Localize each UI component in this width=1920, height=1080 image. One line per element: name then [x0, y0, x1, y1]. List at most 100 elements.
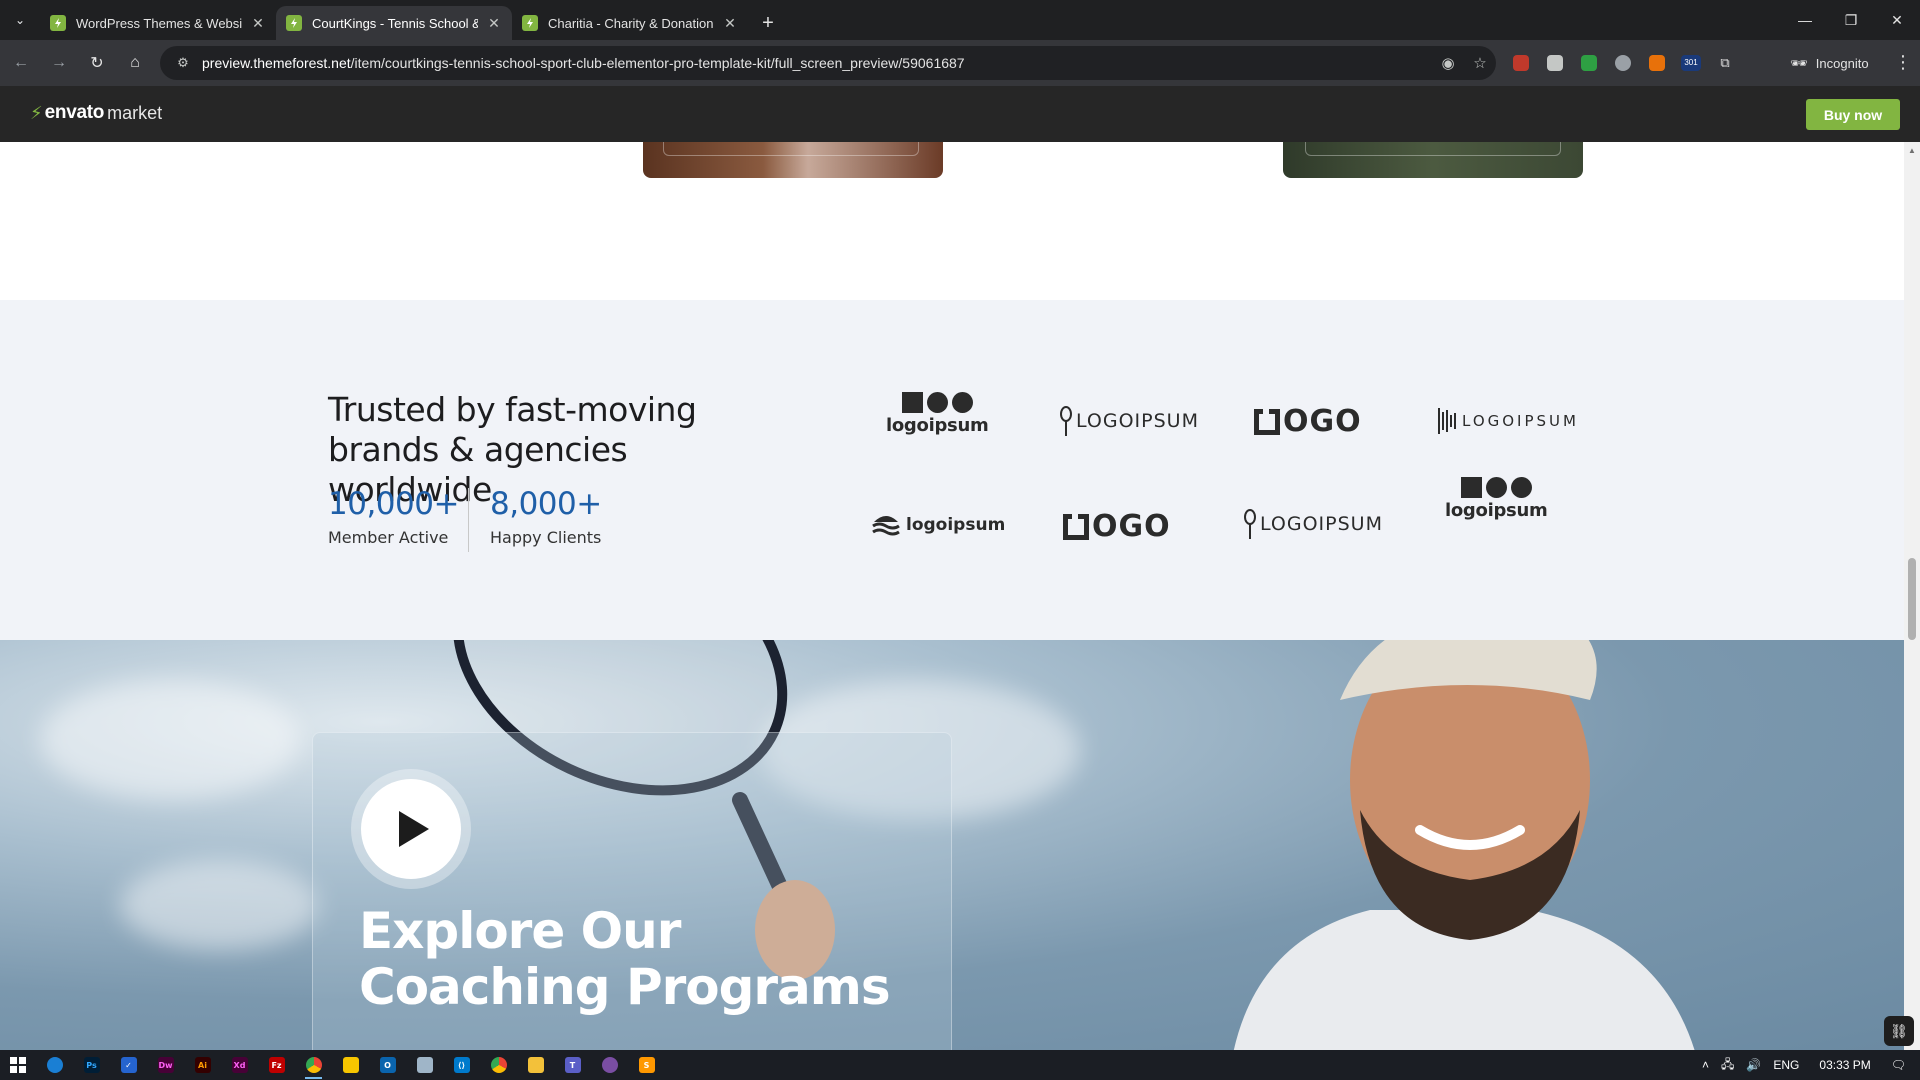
accessibility-widget-icon[interactable]: ⛓ [1884, 1016, 1914, 1046]
envato-market-logo[interactable]: ⚡ envato market [30, 102, 162, 124]
logo-shapes-icon [1460, 477, 1532, 498]
illustrator-icon[interactable]: Ai [184, 1050, 221, 1080]
todo-icon[interactable]: ✓ [110, 1050, 147, 1080]
minimize-icon[interactable]: — [1782, 0, 1828, 40]
dreamweaver-icon[interactable]: Dw [147, 1050, 184, 1080]
extension-badge-icon[interactable]: 301 [1674, 46, 1708, 80]
clock-time[interactable]: 03:33 PM [1819, 1058, 1870, 1072]
menu-kebab-icon[interactable]: ⋮ [1894, 52, 1912, 72]
tray-chevron-icon[interactable]: ˄ [1702, 1058, 1709, 1072]
tab-charitia[interactable]: Charitia - Charity & Donation S ✕ [512, 6, 748, 40]
stat-value: 8,000+ [490, 486, 602, 522]
logo-text: OGO [1283, 404, 1362, 439]
sticky-notes-icon[interactable] [332, 1050, 369, 1080]
pin-logo-icon [1244, 509, 1256, 539]
network-icon[interactable]: 🖧 [1721, 1055, 1734, 1076]
partner-logo: OGO [1254, 404, 1362, 439]
cloud-decoration [120, 860, 320, 950]
logo-bars-icon [1438, 408, 1456, 434]
extension-green-icon[interactable] [1572, 46, 1606, 80]
program-card-image[interactable] [643, 142, 943, 178]
buy-now-button[interactable]: Buy now [1806, 99, 1900, 130]
filezilla-icon[interactable]: Fz [258, 1050, 295, 1080]
new-tab-button[interactable]: + [754, 9, 782, 37]
wave-logo-icon [872, 516, 900, 536]
logo-text: logoipsum [906, 515, 1006, 535]
tab-list: WordPress Themes & Website T ✕ CourtKing… [40, 6, 782, 40]
incognito-indicator[interactable]: 🕶 Incognito [1778, 49, 1881, 77]
language-indicator[interactable]: ENG [1773, 1058, 1799, 1072]
trusted-brands-section: Trusted by fast-moving brands & agencies… [0, 300, 1904, 640]
extension-grey-icon[interactable] [1538, 46, 1572, 80]
stat-value: 10,000+ [328, 486, 459, 522]
extension-orange-icon[interactable] [1640, 46, 1674, 80]
tab-close-icon[interactable]: ✕ [486, 15, 502, 31]
address-bar[interactable]: ⚙ preview.themeforest.net/item/courtking… [160, 46, 1496, 80]
photoshop-icon[interactable]: Ps [73, 1050, 110, 1080]
partner-logo: LOGOIPSUM [1438, 408, 1579, 434]
extension-red-icon[interactable] [1504, 46, 1538, 80]
envato-leaf-icon: ⚡ [30, 102, 43, 123]
coaching-hero-section: Explore Our Coaching Programs [0, 640, 1904, 1050]
page-scrollbar[interactable]: ▲ [1904, 142, 1920, 1050]
url-domain: preview.themeforest.net [202, 55, 351, 71]
home-icon[interactable]: ⌂ [118, 46, 152, 80]
restore-icon[interactable]: ❐ [1828, 0, 1874, 40]
camera-icon[interactable] [1606, 46, 1640, 80]
forward-arrow-icon[interactable]: → [42, 46, 76, 80]
puzzle-extensions-icon[interactable]: ⧉ [1708, 46, 1742, 80]
tab-title: Charitia - Charity & Donation S [548, 15, 714, 31]
sublime-icon[interactable]: S [628, 1050, 665, 1080]
chrome-icon[interactable] [295, 1050, 332, 1080]
play-video-button[interactable] [361, 779, 461, 879]
envato-brand-text: envato [44, 102, 105, 123]
scroll-up-arrow-icon[interactable]: ▲ [1908, 146, 1916, 155]
url-text[interactable]: preview.themeforest.net/item/courtkings-… [202, 55, 1432, 71]
envato-preview-bar: ⚡ envato market Buy now [0, 86, 1920, 142]
tab-close-icon[interactable]: ✕ [722, 15, 738, 31]
tab-search-button[interactable]: ⌄ [8, 8, 32, 32]
incognito-icon: 🕶 [1790, 54, 1808, 71]
chrome-icon[interactable] [480, 1050, 517, 1080]
card-frame [1305, 142, 1561, 156]
screen: ⌄ WordPress Themes & Website T ✕ CourtKi… [0, 0, 1920, 1080]
file-explorer-icon[interactable] [517, 1050, 554, 1080]
program-card-image[interactable] [1283, 142, 1583, 178]
tab-courtkings[interactable]: CourtKings - Tennis School & Sp ✕ [276, 6, 512, 40]
pin-logo-icon [1060, 406, 1072, 436]
coaching-video-card: Explore Our Coaching Programs [312, 732, 952, 1050]
site-info-icon[interactable]: ⚙ [168, 55, 198, 71]
logo-text: LOGOIPSUM [1076, 410, 1199, 432]
logo-box-icon [1063, 513, 1089, 540]
partner-logo: LOGOIPSUM [1060, 406, 1199, 436]
browser-toolbar: ← → ↻ ⌂ ⚙ preview.themeforest.net/item/c… [0, 40, 1920, 86]
edge-icon[interactable] [36, 1050, 73, 1080]
tennis-player-image [1233, 640, 1695, 1050]
logo-text: OGO [1092, 509, 1171, 544]
notification-icon[interactable]: 🗨 [1891, 1058, 1906, 1072]
scrollbar-thumb[interactable] [1908, 558, 1916, 640]
envato-favicon-icon [286, 15, 302, 31]
logo-box-icon [1254, 408, 1280, 435]
outlook-icon[interactable]: O [369, 1050, 406, 1080]
podcast-icon[interactable] [591, 1050, 628, 1080]
back-arrow-icon[interactable]: ← [4, 46, 38, 80]
notepad-icon[interactable] [406, 1050, 443, 1080]
volume-icon[interactable]: 🔊 [1746, 1058, 1761, 1072]
vscode-icon[interactable]: ⟨⟩ [443, 1050, 480, 1080]
bookmark-star-icon[interactable]: ☆ [1464, 54, 1496, 72]
reload-icon[interactable]: ↻ [80, 46, 114, 80]
tab-close-icon[interactable]: ✕ [250, 15, 266, 31]
logo-shapes-icon [901, 392, 973, 413]
url-path: /item/courtkings-tennis-school-sport-clu… [350, 55, 965, 71]
tab-wordpress-themes[interactable]: WordPress Themes & Website T ✕ [40, 6, 276, 40]
xd-icon[interactable]: Xd [221, 1050, 258, 1080]
stat-members: 10,000+ Member Active [328, 486, 459, 547]
windows-start-icon[interactable] [0, 1050, 36, 1080]
teams-icon[interactable]: T [554, 1050, 591, 1080]
close-window-icon[interactable]: ✕ [1874, 0, 1920, 40]
stat-label: Member Active [328, 528, 449, 547]
eye-off-icon[interactable]: ◉ [1432, 54, 1464, 72]
partner-logo: OGO [1063, 509, 1171, 544]
logo-text: logoipsum [886, 415, 989, 436]
